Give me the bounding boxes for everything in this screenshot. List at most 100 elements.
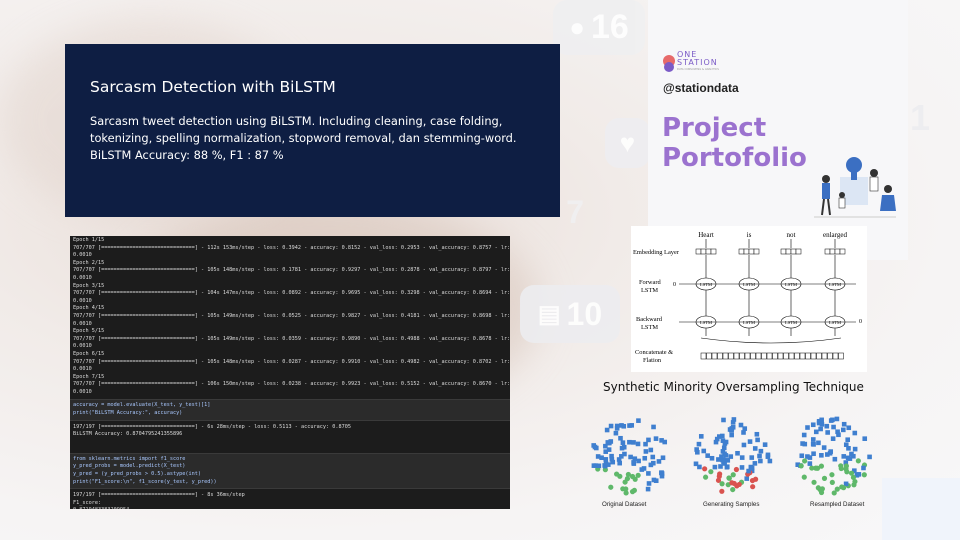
sample-point <box>765 452 771 458</box>
sample-point <box>609 457 615 462</box>
output-cell <box>810 352 817 360</box>
sample-point <box>750 484 756 490</box>
sample-point <box>720 438 726 443</box>
sample-point <box>648 447 654 453</box>
embedding-cell <box>824 248 831 255</box>
sample-point <box>845 437 851 443</box>
sample-point <box>807 455 813 460</box>
log-line: Epoch 4/15 <box>73 305 105 312</box>
sample-point <box>595 454 601 459</box>
sample-point <box>867 454 872 460</box>
sample-point <box>818 463 825 469</box>
output-cell <box>799 352 806 360</box>
sample-point <box>621 423 627 429</box>
log-line: from sklearn.metrics import f1_score <box>73 455 186 462</box>
log-line: 707/707 [==============================]… <box>73 267 510 274</box>
sample-point <box>829 479 835 486</box>
sample-point <box>648 462 654 468</box>
code-cell-f1: from sklearn.metrics import f1_score y_pr… <box>70 452 510 490</box>
sample-point <box>653 478 659 484</box>
logo-text-station: STATION <box>677 58 718 67</box>
sample-point <box>635 441 641 447</box>
sample-point <box>613 430 619 436</box>
sample-point <box>643 449 649 454</box>
sample-point <box>596 463 602 469</box>
sample-point <box>800 441 805 446</box>
smote-label-generating: Generating Samples <box>703 501 760 508</box>
logo-tagline: DATA CONSULTING & ANALYTICS <box>677 68 719 71</box>
sample-point <box>861 465 866 471</box>
heart-icon: ♥ <box>619 127 636 158</box>
sample-point <box>701 448 707 454</box>
output-cell <box>805 352 811 360</box>
sample-point <box>813 429 819 435</box>
concat-label: Flation <box>643 357 662 364</box>
sample-point <box>720 433 725 439</box>
title-line-1: Project <box>662 113 767 143</box>
sample-point <box>650 454 656 460</box>
comment-icon: ▤ <box>537 300 561 328</box>
lstm-cell-label: LSTM <box>743 282 755 287</box>
cell-output-accuracy: 197/197 [==============================]… <box>70 424 510 439</box>
log-line: 0.0010 <box>73 297 92 304</box>
log-line: 707/707 [==============================]… <box>73 381 510 388</box>
lstm-cell-label: LSTM <box>785 320 797 325</box>
sample-point <box>749 455 755 460</box>
sample-point <box>653 436 659 441</box>
log-line: 197/197 [==============================]… <box>73 492 245 499</box>
output-cell <box>772 352 778 360</box>
sample-point <box>825 430 830 435</box>
heart-badge: ♥ <box>605 118 650 168</box>
sample-point <box>643 441 648 447</box>
sample-point <box>841 485 847 491</box>
sample-point <box>828 449 834 454</box>
output-cell <box>832 352 839 360</box>
sample-point <box>617 473 623 479</box>
sample-point <box>698 434 704 439</box>
sample-point <box>830 417 835 423</box>
output-cell <box>794 352 800 360</box>
sample-point <box>608 423 614 429</box>
zero-label: 0 <box>859 319 862 325</box>
title-line-2: Portofolio <box>662 143 807 173</box>
smote-label-resampled: Resampled Dataset <box>810 501 865 508</box>
sample-point <box>735 450 740 456</box>
log-line: 707/707 [==============================]… <box>73 244 510 251</box>
sample-point <box>696 441 702 447</box>
log-line: Epoch 3/15 <box>73 282 105 289</box>
sample-point <box>749 465 755 471</box>
sample-point <box>754 431 760 437</box>
sample-point <box>659 470 664 475</box>
output-cell <box>728 352 734 360</box>
sample-point <box>708 469 714 475</box>
sample-point <box>841 421 847 427</box>
output-cell <box>788 352 795 360</box>
sample-point <box>801 474 807 480</box>
embedding-cell <box>829 248 836 255</box>
sample-point <box>639 467 645 472</box>
sample-point <box>844 469 850 475</box>
sample-point <box>645 486 651 492</box>
embedding-cell <box>705 248 712 255</box>
lstm-cell-label: LSTM <box>700 320 712 325</box>
sample-point <box>631 440 636 445</box>
sample-point <box>816 440 821 446</box>
sample-point <box>719 488 725 494</box>
sample-point <box>801 432 807 438</box>
log-line: print("BiLSTM Accuracy:", accuracy) <box>73 410 183 417</box>
sample-point <box>733 466 740 473</box>
sample-point <box>752 461 758 466</box>
sample-point <box>736 481 742 488</box>
sample-point <box>798 463 804 469</box>
sample-point <box>755 437 760 443</box>
sample-point <box>721 417 726 423</box>
sample-point <box>749 477 756 484</box>
sample-point <box>646 437 651 443</box>
epoch-log: Epoch 1/15 707/707 [=====================… <box>70 236 510 396</box>
sample-point <box>741 442 747 448</box>
social-handle: @stationdata <box>663 81 739 95</box>
embedding-cell <box>738 248 745 255</box>
project-title: Sarcasm Detection with BiLSTM <box>90 78 336 96</box>
sample-point <box>729 480 735 486</box>
smote-illustration <box>591 416 872 496</box>
